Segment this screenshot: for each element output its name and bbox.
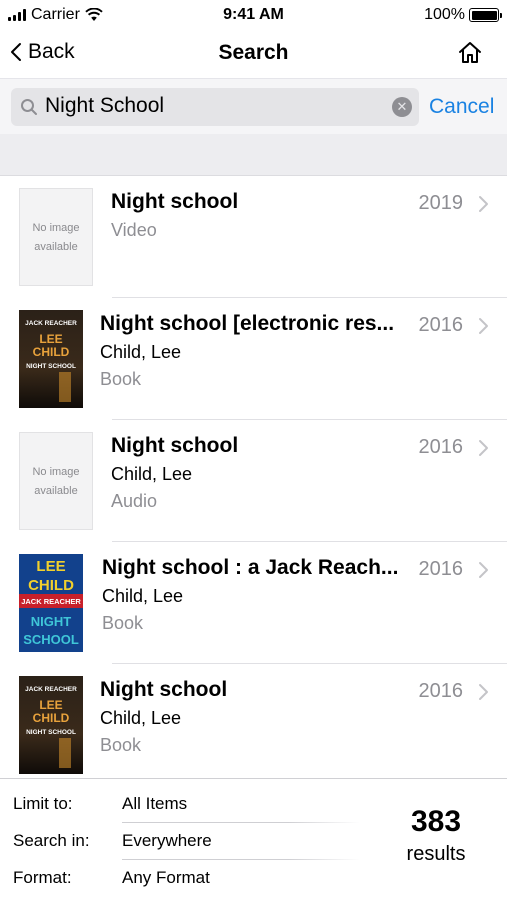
search-icon: [21, 99, 37, 115]
result-year: 2019: [418, 192, 464, 214]
section-spacer: [0, 134, 507, 176]
filter-format[interactable]: Format: Any Format: [0, 860, 360, 897]
book-cover-image: LEE CHILD JACK REACHER NIGHT SCHOOL: [19, 554, 83, 652]
result-row[interactable]: JACK REACHER LEE CHILD NIGHT SCHOOL Nigh…: [0, 664, 507, 778]
cancel-button[interactable]: Cancel: [429, 95, 494, 119]
cover-title-line2: SCHOOL: [23, 632, 79, 647]
no-image-placeholder: No image available: [19, 188, 93, 286]
result-title: Night school [electronic res...: [100, 312, 395, 335]
result-format: Video: [111, 220, 157, 240]
cover-author-first: LEE: [39, 332, 62, 346]
result-author: Child, Lee: [102, 586, 184, 606]
chevron-right-icon: [479, 440, 488, 456]
home-icon[interactable]: [457, 40, 483, 66]
cover-title: NIGHT SCHOOL: [26, 729, 76, 736]
result-format: Book: [100, 369, 142, 389]
result-row[interactable]: JACK REACHER LEE CHILD NIGHT SCHOOL Nigh…: [0, 298, 507, 420]
cover-title: NIGHT SCHOOL: [26, 363, 76, 370]
cover-series: JACK REACHER: [21, 597, 81, 606]
chevron-left-icon: [11, 43, 21, 61]
book-cover-image: JACK REACHER LEE CHILD NIGHT SCHOOL: [19, 310, 83, 408]
chevron-right-icon: [479, 318, 488, 334]
back-button[interactable]: Back: [10, 40, 75, 64]
result-title: Night school: [111, 434, 239, 457]
result-year: 2016: [418, 680, 464, 702]
result-row[interactable]: No image available Night school Video 201…: [0, 176, 507, 298]
chevron-right-icon: [479, 684, 488, 700]
cover-title-line1: NIGHT: [31, 614, 72, 629]
filter-value: Any Format: [122, 868, 210, 887]
chevron-right-icon: [479, 196, 488, 212]
results-list: No image available Night school Video 201…: [0, 176, 507, 778]
results-count-label: results: [406, 843, 466, 865]
result-author: Child, Lee: [100, 342, 182, 362]
result-year: 2016: [418, 436, 464, 458]
cover-author-last: CHILD: [33, 345, 70, 359]
nav-bar: Back Search: [0, 30, 507, 78]
result-format: Book: [102, 613, 144, 633]
filter-value: Everywhere: [122, 831, 212, 850]
back-label: Back: [28, 40, 75, 63]
result-title: Night school: [111, 190, 239, 213]
search-bar: Night School ✕ Cancel: [0, 78, 507, 134]
results-count-number: 383: [410, 805, 462, 838]
chevron-right-icon: [479, 562, 488, 578]
clear-icon[interactable]: ✕: [392, 97, 412, 117]
status-right: 100%: [424, 6, 502, 24]
cover-author-last: CHILD: [28, 577, 74, 594]
filter-label: Format:: [13, 868, 72, 887]
result-title: Night school: [100, 678, 228, 701]
battery-percent: 100%: [424, 6, 465, 23]
cover-author-first: LEE: [39, 698, 62, 712]
result-format: Audio: [111, 491, 158, 511]
result-row[interactable]: LEE CHILD JACK REACHER NIGHT SCHOOL Nigh…: [0, 542, 507, 664]
result-author: Child, Lee: [111, 464, 193, 484]
battery-icon: [469, 8, 502, 22]
filter-panel: Limit to: All Items Search in: Everywher…: [0, 778, 507, 900]
filter-limit-to[interactable]: Limit to: All Items: [0, 786, 360, 823]
result-row[interactable]: No image available Night school Child, Le…: [0, 420, 507, 542]
filter-label: Limit to:: [13, 794, 73, 813]
cover-series: JACK REACHER: [25, 686, 77, 693]
cover-author-first: LEE: [36, 558, 65, 575]
book-cover-image: JACK REACHER LEE CHILD NIGHT SCHOOL: [19, 676, 83, 774]
results-count: 383 results: [370, 805, 502, 866]
search-value: Night School: [45, 94, 165, 117]
result-year: 2016: [418, 558, 464, 580]
result-format: Book: [100, 735, 142, 755]
filter-value: All Items: [122, 794, 188, 813]
page-title: Search: [218, 41, 289, 64]
filter-search-in[interactable]: Search in: Everywhere: [0, 823, 360, 860]
search-input[interactable]: Night School ✕: [11, 88, 419, 126]
result-year: 2016: [418, 314, 464, 336]
result-title: Night school : a Jack Reach...: [102, 556, 399, 579]
cover-series: JACK REACHER: [25, 320, 77, 327]
result-author: Child, Lee: [100, 708, 182, 728]
filter-label: Search in:: [13, 831, 90, 850]
cover-author-last: CHILD: [33, 711, 70, 725]
status-bar: Carrier 9:41 AM 100%: [0, 0, 507, 30]
no-image-placeholder: No image available: [19, 432, 93, 530]
